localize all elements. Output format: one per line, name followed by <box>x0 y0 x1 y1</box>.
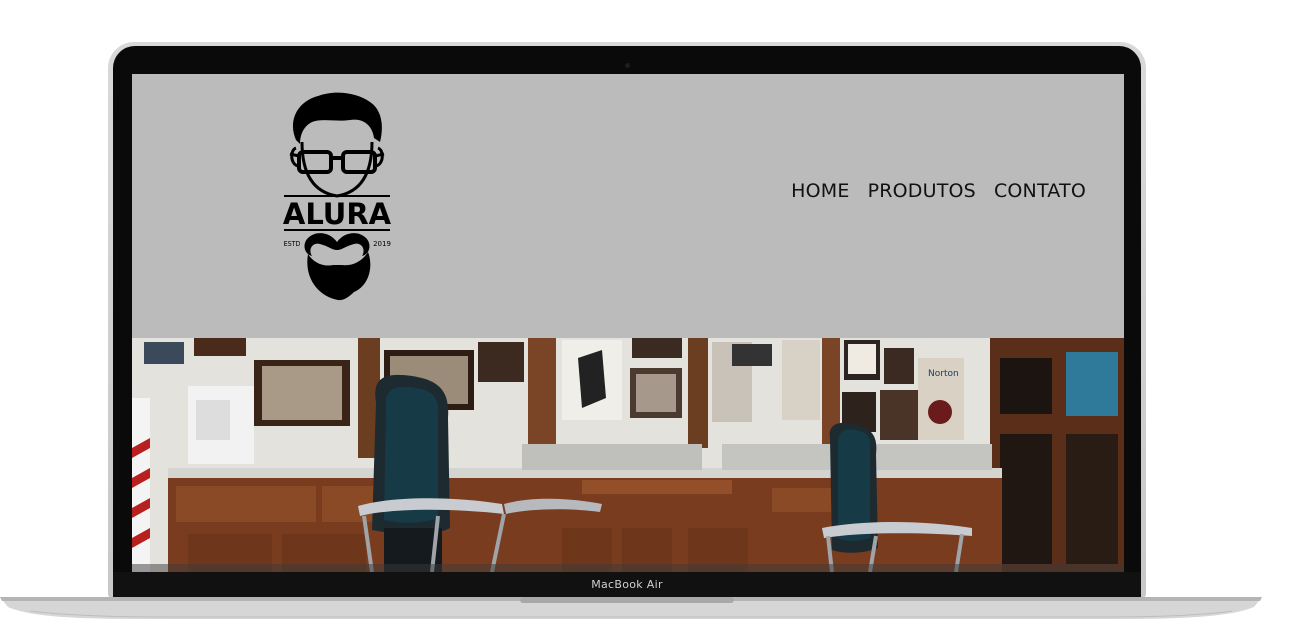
nav-produtos-link[interactable]: PRODUTOS <box>868 180 976 202</box>
logo-year: 2019 <box>373 240 391 248</box>
barbershop-hero-image: Norton <box>132 338 1124 572</box>
logo-name: ALURA <box>283 197 392 231</box>
website-screen: ALURA ESTD 2019 HOME PRODUTOS CONTATO No… <box>132 74 1124 572</box>
svg-text:Norton: Norton <box>928 369 959 379</box>
alura-logo[interactable]: ALURA ESTD 2019 <box>282 92 392 302</box>
main-nav: HOME PRODUTOS CONTATO <box>791 180 1086 202</box>
logo-mustache <box>304 233 370 256</box>
nav-home-link[interactable]: HOME <box>791 180 849 202</box>
laptop-base <box>0 597 1262 619</box>
logo-estd: ESTD <box>284 240 301 248</box>
nav-contato-link[interactable]: CONTATO <box>994 180 1086 202</box>
device-label: MacBook Air <box>591 578 663 591</box>
logo-beard <box>307 252 371 301</box>
laptop-mockup: ALURA ESTD 2019 HOME PRODUTOS CONTATO No… <box>0 0 1289 639</box>
camera-icon <box>625 63 630 68</box>
logo-hair <box>292 92 382 144</box>
site-header: ALURA ESTD 2019 HOME PRODUTOS CONTATO <box>132 74 1124 338</box>
